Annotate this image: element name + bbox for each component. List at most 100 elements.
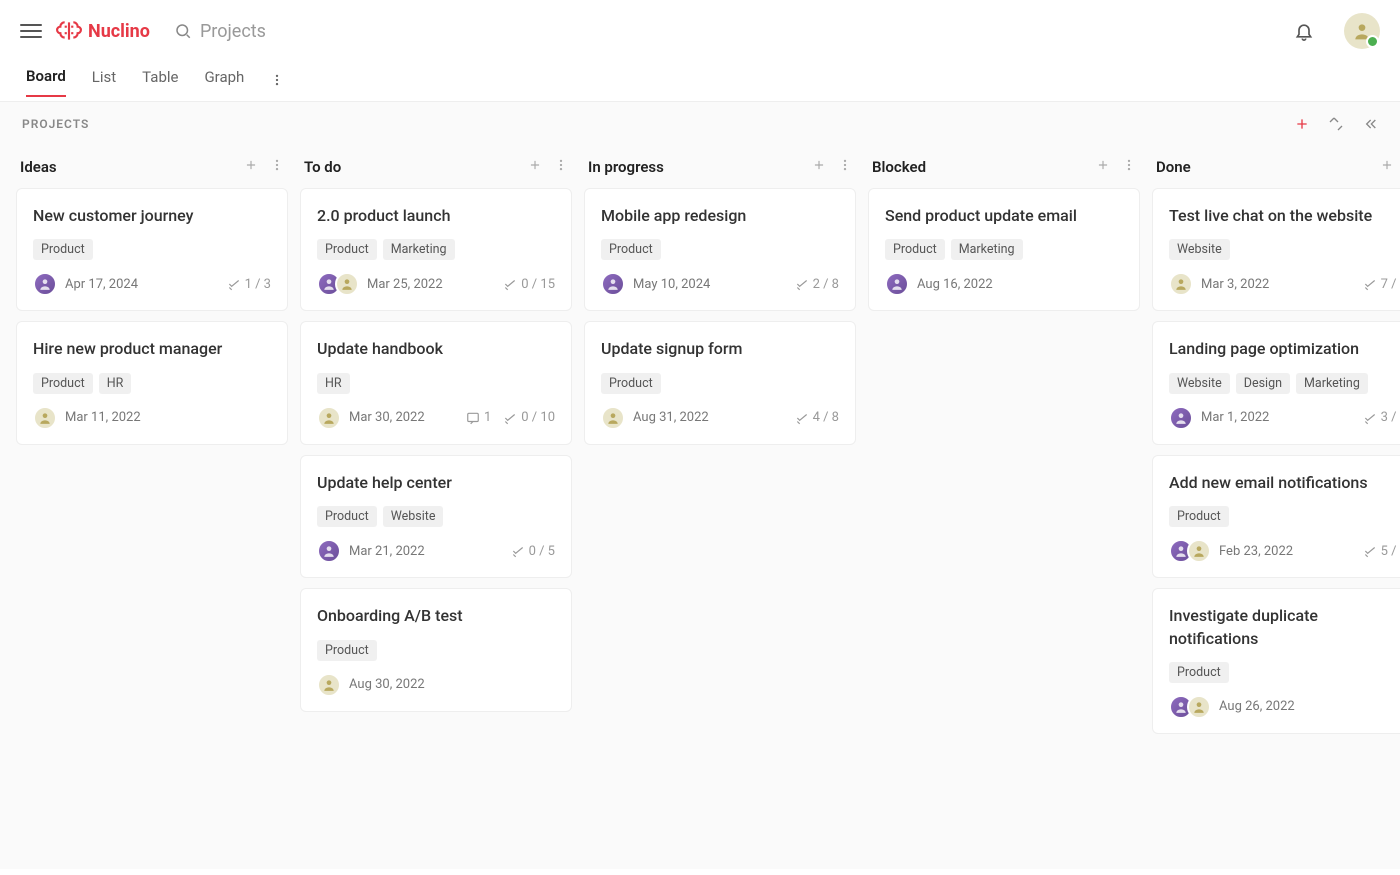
card-footer-left: Feb 23, 2022 [1169, 539, 1293, 563]
tag: Product [33, 373, 93, 394]
card[interactable]: Onboarding A/B testProductAug 30, 2022 [300, 588, 572, 711]
checklist-progress: 0 / 5 [511, 544, 555, 559]
avatar [885, 272, 909, 296]
menu-toggle-button[interactable] [20, 20, 42, 42]
card[interactable]: Landing page optimizationWebsiteDesignMa… [1152, 321, 1400, 444]
card-footer: Mar 3, 20227 / 7 [1169, 272, 1400, 296]
tag: Product [601, 239, 661, 260]
card-meta: 0 / 5 [511, 544, 555, 559]
card-tags: ProductMarketing [317, 239, 555, 260]
column-header: In progress [584, 152, 856, 188]
tag: Product [33, 239, 93, 260]
card[interactable]: Send product update emailProductMarketin… [868, 188, 1140, 311]
user-avatar[interactable] [1344, 13, 1380, 49]
card-tags: ProductMarketing [885, 239, 1123, 260]
card-date: Aug 30, 2022 [349, 677, 425, 692]
add-card-icon[interactable] [244, 158, 258, 176]
card-footer: Mar 1, 2022 3 / 3 [1169, 406, 1400, 430]
avatar [317, 673, 341, 697]
card[interactable]: Update signup formProductAug 31, 20224 /… [584, 321, 856, 444]
card[interactable]: Update handbookHRMar 30, 202210 / 10 [300, 321, 572, 444]
card-avatars [1169, 539, 1211, 563]
card-tags: WebsiteDesignMarketing [1169, 373, 1400, 394]
avatar [601, 272, 625, 296]
column-more-icon[interactable] [554, 158, 568, 176]
tag: Marketing [951, 239, 1023, 260]
card-footer: Aug 31, 2022 4 / 8 [601, 406, 839, 430]
kanban-board: IdeasNew customer journeyProductApr 17, … [0, 142, 1400, 869]
card-footer: Aug 30, 2022 [317, 673, 555, 697]
card-tags: Product [1169, 506, 1400, 527]
add-card-icon[interactable] [1380, 158, 1394, 176]
card[interactable]: Update help centerProductWebsiteMar 21, … [300, 455, 572, 578]
checklist-progress: 3 / 3 [1363, 410, 1400, 425]
card-avatars [885, 272, 909, 296]
collapse-icon[interactable] [1328, 116, 1344, 132]
column-in-progress: In progressMobile app redesignProductMay… [584, 152, 856, 859]
card-meta: 4 / 8 [795, 410, 839, 425]
card-title: Update signup form [601, 338, 839, 360]
card-footer-left: Apr 17, 2024 [33, 272, 138, 296]
app-logo[interactable]: Nuclino [56, 18, 150, 44]
chevrons-right-icon[interactable] [1362, 116, 1378, 132]
search-area[interactable]: Projects [174, 21, 266, 42]
column-blocked: BlockedSend product update emailProductM… [868, 152, 1140, 859]
tag: Product [1169, 662, 1229, 683]
card-title: New customer journey [33, 205, 271, 227]
avatar [1169, 272, 1193, 296]
avatar [317, 539, 341, 563]
tag: Website [383, 506, 444, 527]
checklist-progress: 5 / 5 [1363, 544, 1400, 559]
checklist-progress: 2 / 8 [795, 277, 839, 292]
add-card-icon[interactable] [528, 158, 542, 176]
card-footer-left: Aug 16, 2022 [885, 272, 993, 296]
card[interactable]: Hire new product managerProductHRMar 11,… [16, 321, 288, 444]
tag: Product [317, 506, 377, 527]
card-avatars [317, 539, 341, 563]
tab-table[interactable]: Table [142, 68, 178, 96]
card-footer-left: Mar 3, 2022 [1169, 272, 1269, 296]
board-actions [1294, 116, 1378, 132]
card-tags: Product [601, 239, 839, 260]
card[interactable]: Investigate duplicate notificationsProdu… [1152, 588, 1400, 734]
card[interactable]: 2.0 product launchProductMarketingMar 25… [300, 188, 572, 311]
column-more-icon[interactable] [270, 158, 284, 176]
checklist-progress: 1 / 3 [227, 277, 271, 292]
add-card-icon[interactable] [812, 158, 826, 176]
add-card-icon[interactable] [1096, 158, 1110, 176]
card-tags: Product [33, 239, 271, 260]
tag: Website [1169, 373, 1230, 394]
app-header: Nuclino Projects [0, 0, 1400, 62]
tab-list[interactable]: List [92, 68, 116, 96]
card-date: Mar 1, 2022 [1201, 410, 1269, 425]
card-footer: Mar 11, 2022 [33, 406, 271, 430]
card[interactable]: Mobile app redesignProductMay 10, 20242 … [584, 188, 856, 311]
card-footer-left: Mar 11, 2022 [33, 406, 141, 430]
notifications-icon[interactable] [1294, 21, 1314, 41]
tab-graph[interactable]: Graph [204, 68, 244, 96]
column-header: Done [1152, 152, 1400, 188]
tag: Product [317, 239, 377, 260]
column-to-do: To do2.0 product launchProductMarketingM… [300, 152, 572, 859]
card-footer-left: Mar 1, 2022 [1169, 406, 1269, 430]
column-more-icon[interactable] [1122, 158, 1136, 176]
card[interactable]: Test live chat on the websiteWebsiteMar … [1152, 188, 1400, 311]
tab-more-icon[interactable] [270, 73, 284, 91]
card[interactable]: New customer journey Product Apr 17, 2024 1… [16, 188, 288, 311]
card-tags: Product [317, 640, 555, 661]
card-footer: Mar 25, 20220 / 15 [317, 272, 555, 296]
add-item-icon[interactable] [1294, 116, 1310, 132]
column-more-icon[interactable] [838, 158, 852, 176]
card-tags: ProductHR [33, 373, 271, 394]
tag: Website [1169, 239, 1230, 260]
card-date: Aug 31, 2022 [633, 410, 709, 425]
tag: HR [317, 373, 350, 394]
card-date: Mar 3, 2022 [1201, 277, 1269, 292]
tag: Product [1169, 506, 1229, 527]
card-avatars [1169, 406, 1193, 430]
view-tabs: Board List Table Graph [0, 62, 1400, 102]
search-placeholder: Projects [200, 21, 266, 42]
card[interactable]: Add new email notificationsProductFeb 23… [1152, 455, 1400, 578]
tab-board[interactable]: Board [26, 67, 66, 97]
tag: Design [1236, 373, 1290, 394]
